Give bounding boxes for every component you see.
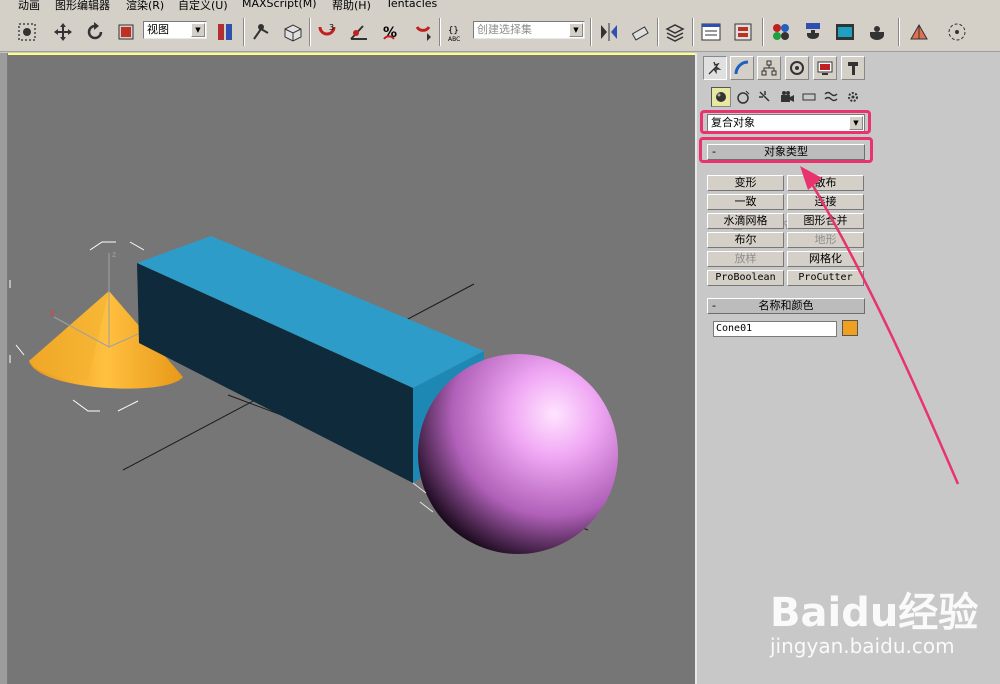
annotation-arrow-icon [800, 166, 960, 485]
annotation-arrow-layer [800, 166, 960, 485]
